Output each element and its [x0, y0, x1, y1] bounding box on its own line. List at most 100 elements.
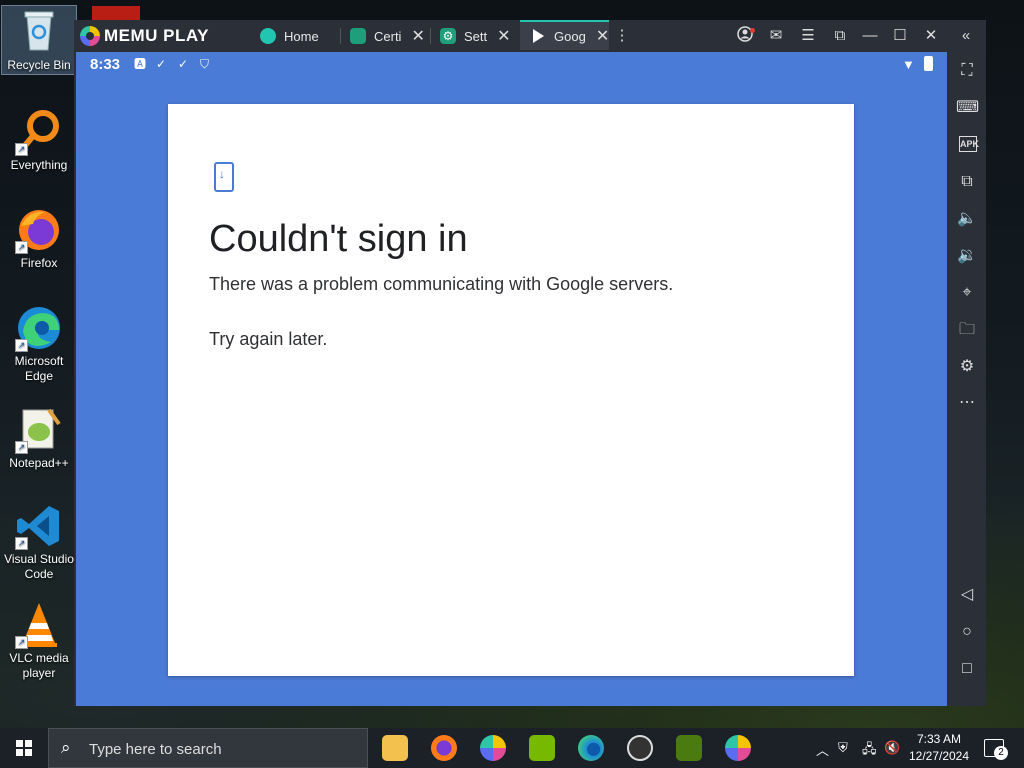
a-notification-icon: 🅰	[134, 57, 147, 71]
show-hidden-icons-icon[interactable]: ︿	[816, 740, 829, 759]
shortcut-arrow-icon: ↗	[15, 143, 28, 156]
emulator-sidebar: ⛶ ⌨ APK ⧉ 🔈 🔉 ⌖ 🗀 ⚙ ⋯ ◁ ○ □	[947, 52, 986, 706]
dialog-title: Couldn't sign in	[209, 218, 468, 260]
desktop-icon-label: Firefox	[20, 256, 58, 270]
volume-up-icon[interactable]: 🔈	[956, 208, 978, 230]
windows-taskbar: ⌕ Type here to search ︿ ⛨ 🖧 🔇 7:33 AM 12…	[0, 728, 1024, 768]
settings-gear-icon[interactable]: ⚙	[956, 356, 978, 378]
tab-settings[interactable]: ⚙ Sett ✕	[440, 20, 520, 52]
tabs-more-icon[interactable]: ⋮	[612, 26, 632, 46]
security-icon[interactable]: ⛨	[838, 740, 848, 756]
tab-separator	[340, 28, 341, 44]
desktop-icon-recycle-bin[interactable]: Recycle Bin	[1, 5, 77, 75]
android-clock: 8:33	[90, 56, 121, 73]
desktop-icon-vscode[interactable]: ↗ Visual Studio Code	[2, 502, 76, 582]
close-window-icon[interactable]: ✕	[921, 26, 941, 46]
desktop-icon-label: Recycle Bin	[7, 58, 71, 72]
menu-icon[interactable]: ☰	[798, 26, 818, 46]
taskbar-search-box[interactable]: ⌕ Type here to search	[48, 728, 368, 768]
vlc-cone-icon: ↗	[15, 601, 63, 649]
certi-app-icon	[350, 28, 366, 44]
screenshot-icon[interactable]: ⧉	[830, 26, 850, 46]
tab-google-play[interactable]: Goog ✕	[520, 20, 609, 50]
notification-dot	[750, 28, 755, 33]
close-tab-icon[interactable]: ✕	[497, 26, 510, 46]
home-app-icon	[260, 28, 276, 44]
desktop-icon-firefox[interactable]: ↗ Firefox	[2, 206, 76, 271]
desktop-icon-everything[interactable]: ↗ Everything	[2, 108, 76, 173]
google-play-icon	[530, 28, 546, 44]
memu-logo-icon	[80, 26, 100, 46]
shortcut-arrow-icon: ↗	[15, 537, 28, 550]
shortcut-arrow-icon: ↗	[15, 441, 28, 454]
desktop-icon-notepadpp[interactable]: ↗ Notepad++	[2, 406, 76, 471]
settings-app-icon: ⚙	[440, 28, 456, 44]
recents-square-icon[interactable]: □	[956, 658, 978, 680]
multi-instance-icon[interactable]: ⧉	[956, 171, 978, 193]
more-icon[interactable]: ⋯	[956, 392, 978, 414]
dialog-message: There was a problem communicating with G…	[209, 274, 674, 294]
start-button[interactable]	[0, 728, 48, 768]
shortcut-arrow-icon: ↗	[15, 241, 28, 254]
memu-logo: MEMU PLAY	[80, 25, 209, 47]
windows-logo-icon	[16, 740, 32, 756]
nvidia-icon[interactable]	[529, 735, 555, 761]
firefox-taskbar-icon[interactable]	[431, 735, 457, 761]
notification-count-badge: 2	[994, 746, 1008, 760]
desktop-icon-label: Visual Studio Code	[4, 552, 74, 581]
tab-certi[interactable]: Certi ✕	[350, 20, 430, 52]
close-tab-icon[interactable]: ✕	[596, 26, 609, 46]
file-explorer-icon[interactable]	[382, 735, 408, 761]
location-icon[interactable]: ⌖	[956, 282, 978, 304]
notification-center-icon[interactable]: 2	[984, 739, 1008, 760]
fullscreen-icon[interactable]: ⛶	[956, 60, 978, 82]
memu-taskbar-icon[interactable]	[480, 735, 506, 761]
emulator-titlebar: MEMU PLAY Home Certi ✕ ⚙ Sett ✕ Goog ✕ ⋮	[74, 20, 986, 52]
collapse-sidebar-icon[interactable]: «	[956, 26, 976, 46]
vscode-icon: ↗	[15, 502, 63, 550]
memu-emulator-window: MEMU PLAY Home Certi ✕ ⚙ Sett ✕ Goog ✕ ⋮	[74, 20, 986, 706]
dialog-message-retry: Try again later.	[209, 329, 328, 349]
volume-down-icon[interactable]: 🔉	[956, 245, 978, 267]
tab-label: Goog	[554, 28, 586, 44]
mail-icon[interactable]: ✉	[766, 26, 786, 46]
clock-time: 7:33 AM	[916, 732, 962, 746]
home-circle-icon[interactable]: ○	[956, 621, 978, 643]
firefox-icon: ↗	[15, 206, 63, 254]
desktop-icon-vlc[interactable]: ↗ VLC media player	[2, 601, 76, 681]
network-icon[interactable]: 🖧	[862, 740, 877, 762]
check-notification-icon: ✓	[156, 57, 167, 71]
memu-multi-icon[interactable]	[725, 735, 751, 761]
shortcut-arrow-icon: ↗	[15, 339, 28, 352]
edge-taskbar-icon[interactable]	[578, 735, 604, 761]
minimize-icon[interactable]: —	[860, 26, 880, 46]
memu-brand-text: MEMU PLAY	[104, 26, 209, 45]
everything-magnifier-icon: ↗	[15, 108, 63, 156]
maximize-icon[interactable]: ☐	[890, 26, 910, 46]
nvidia-geforce-icon[interactable]	[676, 735, 702, 761]
android-screen: 8:33 🅰 ✓ ✓ ⛉ ▼ Couldn't sign in There wa…	[76, 52, 947, 706]
desktop-icon-edge[interactable]: ↗ Microsoft Edge	[2, 304, 76, 384]
taskbar-clock[interactable]: 7:33 AM 12/27/2024	[904, 731, 974, 765]
obs-icon[interactable]	[627, 735, 653, 761]
tab-home[interactable]: Home	[258, 20, 340, 52]
sign-in-error-dialog: Couldn't sign in There was a problem com…	[168, 104, 854, 676]
apk-icon[interactable]: APK	[959, 136, 979, 152]
back-icon[interactable]: ◁	[956, 584, 978, 606]
folder-icon[interactable]: 🗀	[956, 319, 978, 341]
keyboard-icon[interactable]: ⌨	[956, 97, 979, 119]
status-notification-icons: 🅰 ✓ ✓ ⛉	[134, 58, 213, 70]
desktop-icon-label: Microsoft Edge	[14, 354, 64, 383]
search-icon: ⌕	[61, 738, 71, 757]
battery-icon	[924, 56, 933, 71]
tab-label: Home	[284, 28, 319, 44]
shortcut-arrow-icon: ↗	[15, 636, 28, 649]
tab-label: Certi	[374, 28, 402, 44]
volume-muted-icon[interactable]: 🔇	[884, 740, 900, 756]
search-placeholder: Type here to search	[89, 741, 222, 758]
recycle-bin-icon	[15, 8, 63, 56]
check-notification-icon: ✓	[178, 57, 189, 71]
close-tab-icon[interactable]: ✕	[411, 26, 424, 46]
desktop-icon-label: VLC media player	[9, 651, 69, 680]
clock-date: 12/27/2024	[908, 749, 970, 763]
